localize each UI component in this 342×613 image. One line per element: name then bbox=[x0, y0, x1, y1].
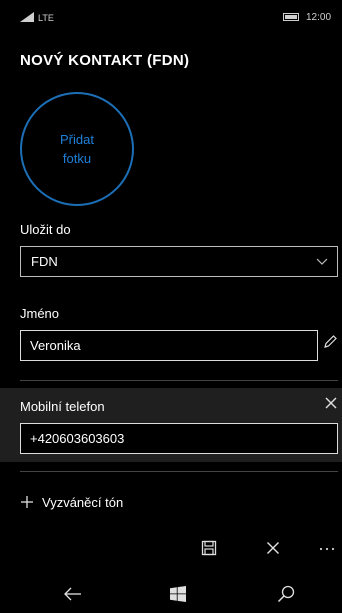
mobile-label: Mobilní telefon bbox=[20, 399, 105, 414]
add-photo-button[interactable]: Přidat fotku bbox=[20, 92, 134, 206]
ringtone-label: Vyzváněcí tón bbox=[42, 494, 124, 510]
save-to-select[interactable]: FDN bbox=[20, 246, 338, 277]
pencil-icon[interactable] bbox=[322, 334, 338, 350]
back-icon[interactable] bbox=[64, 587, 82, 601]
cancel-icon[interactable] bbox=[266, 541, 280, 555]
save-to-value: FDN bbox=[31, 254, 58, 269]
more-icon[interactable] bbox=[319, 547, 335, 551]
mobile-phone-value: +420603603603 bbox=[30, 431, 125, 446]
chevron-down-icon bbox=[316, 258, 328, 265]
windows-icon[interactable] bbox=[170, 586, 186, 602]
page-title: NOVÝ KONTAKT (FDN) bbox=[20, 52, 190, 69]
name-value: Veronika bbox=[30, 338, 81, 353]
add-photo-label: Přidat fotku bbox=[60, 132, 94, 166]
save-to-label: Uložit do bbox=[20, 222, 71, 237]
signal-icon bbox=[20, 12, 34, 22]
divider bbox=[20, 471, 338, 472]
clock: 12:00 bbox=[306, 12, 332, 23]
save-icon[interactable] bbox=[201, 540, 217, 556]
close-icon[interactable] bbox=[324, 396, 338, 410]
network-label: LTE bbox=[38, 13, 54, 23]
name-input[interactable]: Veronika bbox=[20, 330, 318, 361]
status-bar: LTE 12:00 bbox=[0, 0, 342, 36]
screen: LTE 12:00 NOVÝ KONTAKT (FDN) Přidat fotk… bbox=[0, 0, 342, 613]
search-icon[interactable] bbox=[277, 585, 295, 603]
name-label: Jméno bbox=[20, 306, 60, 321]
add-ringtone-button[interactable]: Vyzváněcí tón bbox=[20, 492, 123, 512]
plus-icon bbox=[21, 496, 33, 508]
divider bbox=[20, 380, 338, 381]
battery-icon bbox=[283, 13, 299, 21]
mobile-phone-input[interactable]: +420603603603 bbox=[20, 423, 338, 454]
app-bar bbox=[0, 532, 342, 568]
